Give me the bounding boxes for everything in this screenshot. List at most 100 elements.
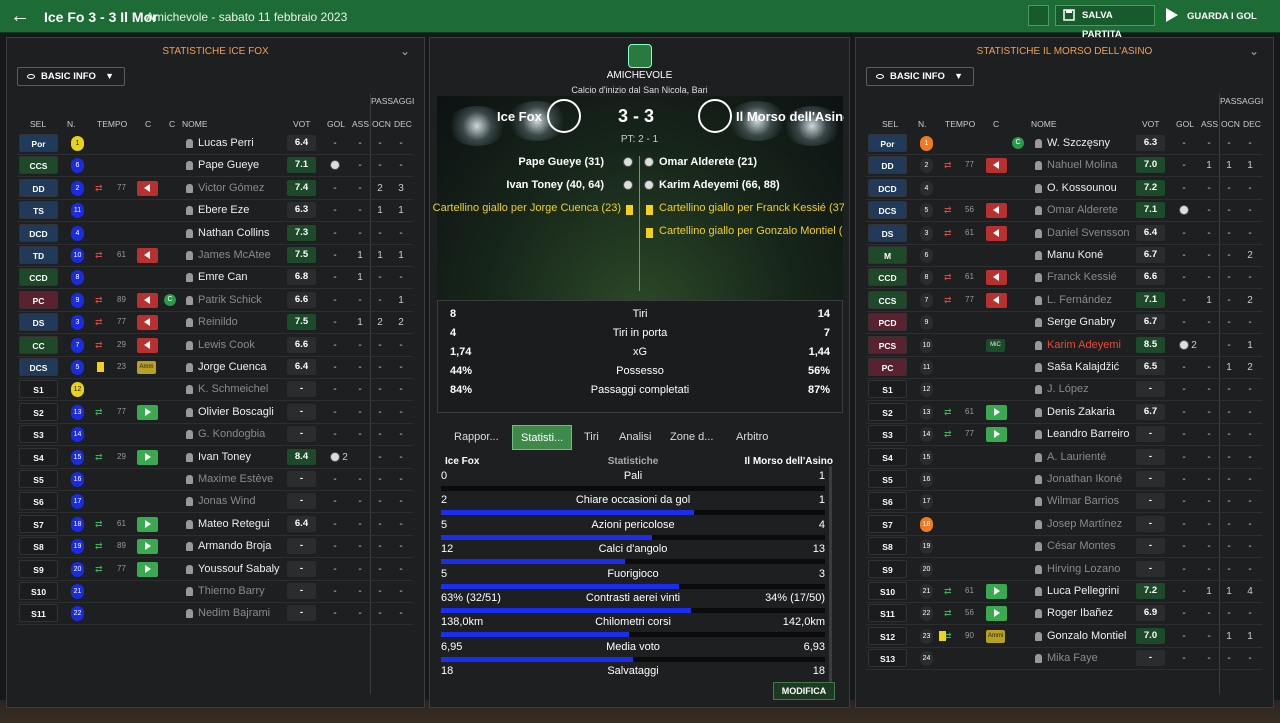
player-name[interactable]: Reinildo	[198, 316, 238, 328]
col-c1[interactable]: C	[145, 119, 151, 129]
player-row[interactable]: DCS 5 23 Amm Jorge Cuenca 6.4 - - - -	[7, 357, 424, 379]
position-badge[interactable]: CCD	[19, 268, 58, 287]
player-row[interactable]: M 6 Manu Koné 6.7 - - - 2	[856, 245, 1273, 267]
chevron-down-icon[interactable]: ⌄	[1249, 44, 1259, 58]
position-badge[interactable]: S10	[19, 582, 58, 600]
player-name[interactable]: G. Kondogbia	[198, 428, 265, 440]
sub-out-flag-icon[interactable]	[986, 225, 1007, 241]
position-badge[interactable]: S13	[868, 649, 907, 668]
player-name[interactable]: Maxime Estève	[198, 473, 273, 485]
player-row[interactable]: PC 9 ⇄ 89 C Patrik Schick 6.6 - - - 1	[7, 290, 424, 312]
position-badge[interactable]: DS	[19, 313, 58, 332]
player-row[interactable]: S3 14 G. Kondogbia - - - - -	[7, 424, 424, 446]
player-row[interactable]: S6 17 Jonas Wind - - - - -	[7, 491, 424, 513]
player-name[interactable]: Victor Gómez	[198, 182, 264, 194]
player-name[interactable]: Hirving Lozano	[1047, 563, 1120, 575]
col-c2[interactable]: C	[169, 119, 175, 129]
position-badge[interactable]: PC	[19, 290, 58, 309]
col-tempo[interactable]: TEMPO	[97, 119, 127, 129]
player-name[interactable]: Wilmar Barrios	[1047, 495, 1119, 507]
player-row[interactable]: DCS 5 ⇄ 56 Omar Alderete 7.1 - - -	[856, 200, 1273, 222]
position-badge[interactable]: CCD	[868, 268, 907, 287]
player-row[interactable]: S12 23 ⇄ 90 Ammi Gonzalo Montiel 7.0- -1 1	[856, 626, 1273, 648]
player-name[interactable]: Lewis Cook	[198, 339, 255, 351]
position-badge[interactable]: S2	[868, 402, 907, 421]
player-row[interactable]: S7 18 Josep Martínez - - - - -	[856, 514, 1273, 536]
player-name[interactable]: Ebere Eze	[198, 204, 249, 216]
player-name[interactable]: Jonathan Ikoné	[1047, 473, 1122, 485]
player-name[interactable]: Serge Gnabry	[1047, 316, 1115, 328]
tab-1[interactable]: Statisti...	[512, 425, 573, 450]
player-row[interactable]: S6 17 Wilmar Barrios - - - - -	[856, 491, 1273, 513]
sub-in-flag-icon[interactable]	[137, 516, 158, 532]
player-row[interactable]: S5 16 Jonathan Ikoné - - - - -	[856, 469, 1273, 491]
sub-in-flag-icon[interactable]	[137, 449, 158, 465]
position-badge[interactable]: S3	[868, 425, 907, 444]
player-row[interactable]: CCS 6 Pape Gueye 7.1 - - -	[7, 155, 424, 177]
player-name[interactable]: O. Kossounou	[1047, 182, 1117, 194]
position-badge[interactable]: S1	[19, 380, 58, 399]
player-name[interactable]: Jonas Wind	[198, 495, 255, 507]
player-row[interactable]: DCD 4 Nathan Collins 7.3 - - - -	[7, 223, 424, 245]
col-dec[interactable]: DEC	[1243, 119, 1261, 129]
position-badge[interactable]: PCS	[868, 335, 907, 354]
basic-info-dropdown[interactable]: BASIC INFO ▼	[17, 67, 125, 86]
position-badge[interactable]: S11	[868, 604, 907, 623]
player-name[interactable]: L. Fernández	[1047, 294, 1112, 306]
home-team-name[interactable]: Ice Fox	[497, 109, 542, 124]
col-gol[interactable]: GOL	[1176, 119, 1194, 129]
player-row[interactable]: S11 22 ⇄ 56 Roger Ibañez 6.9 - - - -	[856, 603, 1273, 625]
player-row[interactable]: S9 20 Hirving Lozano - - - - -	[856, 559, 1273, 581]
tab-0[interactable]: Rappor...	[454, 425, 499, 450]
player-row[interactable]: S13 24 Mika Faye - - - - -	[856, 648, 1273, 670]
position-badge[interactable]: M	[868, 246, 907, 264]
col-nome[interactable]: NOME	[1031, 119, 1057, 129]
tab-4[interactable]: Zone d...	[670, 425, 713, 450]
player-row[interactable]: S7 18 ⇄ 61 Mateo Retegui 6.4 - - - -	[7, 514, 424, 536]
player-name[interactable]: Nathan Collins	[198, 227, 270, 239]
watch-goals-button[interactable]: GUARDA I GOL	[1187, 11, 1257, 22]
player-name[interactable]: Emre Can	[198, 271, 248, 283]
player-row[interactable]: TS 11 Ebere Eze 6.3- -1 1	[7, 200, 424, 222]
sub-in-flag-icon[interactable]	[137, 539, 158, 555]
player-row[interactable]: S10 21 Thierno Barry - - - - -	[7, 581, 424, 603]
col-dec[interactable]: DEC	[394, 119, 412, 129]
player-name[interactable]: Josep Martínez	[1047, 518, 1122, 530]
sub-in-flag-icon[interactable]	[137, 561, 158, 577]
player-row[interactable]: PCD 9 Serge Gnabry 6.7 - - - -	[856, 312, 1273, 334]
player-name[interactable]: Roger Ibañez	[1047, 607, 1113, 619]
player-row[interactable]: TD 10 ⇄ 61 James McAtee 7.5 - 1 1 1	[7, 245, 424, 267]
save-match-button[interactable]: SALVA PARTITA	[1055, 5, 1155, 40]
player-name[interactable]: J. López	[1047, 383, 1089, 395]
player-row[interactable]: S5 16 Maxime Estève - - - - -	[7, 469, 424, 491]
player-row[interactable]: CC 7 ⇄ 29 Lewis Cook 6.6 - - - -	[7, 335, 424, 357]
position-badge[interactable]: S7	[19, 514, 58, 533]
sub-in-flag-icon[interactable]	[986, 427, 1007, 443]
home-crest-icon[interactable]	[547, 99, 581, 133]
position-badge[interactable]: S3	[19, 425, 58, 444]
player-row[interactable]: CCS 7 ⇄ 77 L. Fernández 7.1 - 1 - 2	[856, 290, 1273, 312]
position-badge[interactable]: S4	[868, 447, 907, 466]
sub-out-flag-icon[interactable]	[137, 248, 158, 263]
sub-out-flag-icon[interactable]	[137, 180, 158, 196]
col-sel[interactable]: SEL	[882, 119, 898, 129]
player-name[interactable]: Denis Zakaria	[1047, 406, 1115, 418]
col-c1[interactable]: C	[993, 119, 999, 129]
player-row[interactable]: Por 1 C W. Szczęsny 6.3 - - - -	[856, 133, 1273, 155]
player-row[interactable]: S8 19 ⇄ 89 Armando Broja - - - - -	[7, 536, 424, 558]
col-nome[interactable]: NOME	[182, 119, 208, 129]
player-row[interactable]: S9 20 ⇄ 77 Youssouf Sabaly - - - - -	[7, 559, 424, 581]
position-badge[interactable]: Por	[868, 134, 907, 152]
player-row[interactable]: DD 2 ⇄ 77 Nahuel Molina 7.0 - 1 1 1	[856, 155, 1273, 177]
position-badge[interactable]: DD	[868, 156, 907, 175]
player-row[interactable]: PC 11 Saša Kalajdžić 6.5 - - 1 2	[856, 357, 1273, 379]
position-badge[interactable]: S9	[19, 559, 58, 578]
position-badge[interactable]: S12	[868, 626, 907, 645]
away-crest-icon[interactable]	[698, 99, 732, 133]
player-name[interactable]: Saša Kalajdžić	[1047, 361, 1119, 373]
player-row[interactable]: S1 12 K. Schmeichel - - - - -	[7, 379, 424, 401]
sub-in-flag-icon[interactable]	[986, 584, 1007, 599]
position-badge[interactable]: DCD	[868, 178, 907, 197]
player-name[interactable]: James McAtee	[198, 249, 271, 261]
sub-in-flag-icon[interactable]	[986, 606, 1007, 622]
